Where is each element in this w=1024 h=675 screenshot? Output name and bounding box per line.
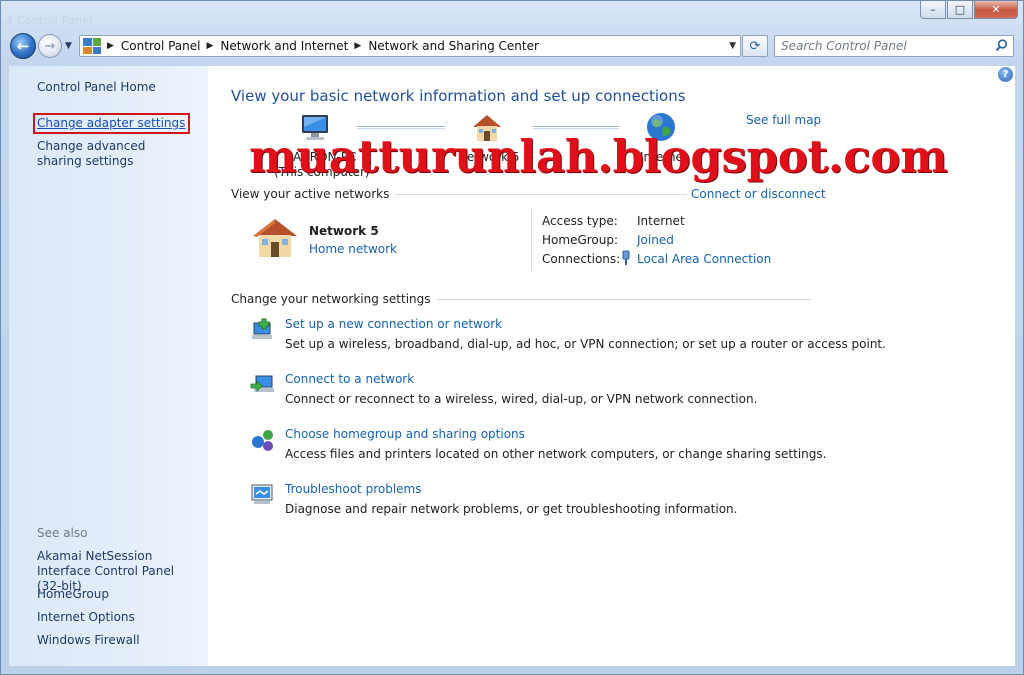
help-icon[interactable]: ?	[998, 67, 1013, 82]
setup-connection-description: Set up a wireless, broadband, dial-up, a…	[285, 337, 886, 351]
network-type-link[interactable]: Home network	[309, 242, 397, 256]
search-box[interactable]	[774, 35, 1014, 57]
connect-to-network-link[interactable]: Connect to a network	[285, 372, 414, 386]
close-button[interactable]: ✕	[974, 1, 1018, 19]
connect-to-network-description: Connect or reconnect to a wireless, wire…	[285, 392, 758, 406]
change-adapter-settings-link[interactable]: Change adapter settings	[33, 113, 191, 134]
section-divider	[395, 193, 687, 195]
internet-options-link[interactable]: Internet Options	[37, 610, 135, 625]
address-bar[interactable]: ▶ Control Panel ▶ Network and Internet ▶…	[79, 35, 741, 57]
maximize-button[interactable]: □	[947, 1, 973, 19]
watermark-text: muatturunlah.blogspot.com	[249, 130, 948, 183]
window-title: 4 Control Panel	[6, 14, 93, 27]
section-title: Change your networking settings	[231, 292, 431, 306]
network-details-divider	[531, 209, 532, 271]
homegroup-icon	[252, 430, 273, 451]
back-button[interactable]: ←	[10, 33, 36, 59]
troubleshoot-icon	[251, 484, 273, 504]
minimize-button[interactable]: –	[920, 1, 946, 19]
breadcrumb-sharing-center[interactable]: Network and Sharing Center	[368, 39, 539, 53]
window-controls: – □ ✕	[920, 1, 1018, 19]
homegroup-sharing-link[interactable]: Choose homegroup and sharing options	[285, 427, 525, 441]
refresh-button[interactable]: ⟳	[742, 35, 768, 57]
see-also-heading: See also	[37, 526, 88, 540]
recent-pages-dropdown-icon[interactable]: ▼	[65, 41, 72, 51]
breadcrumb-arrow-icon[interactable]: ▶	[207, 41, 214, 51]
access-type-label: Access type:	[542, 214, 618, 228]
breadcrumb-control-panel[interactable]: Control Panel	[121, 39, 201, 53]
troubleshoot-problems-description: Diagnose and repair network problems, or…	[285, 502, 738, 516]
section-title: View your active networks	[231, 187, 390, 201]
setup-connection-link[interactable]: Set up a new connection or network	[285, 317, 502, 331]
homegroup-joined-link[interactable]: Joined	[637, 233, 674, 247]
page-title: View your basic network information and …	[231, 87, 686, 105]
windows-firewall-link[interactable]: Windows Firewall	[37, 633, 140, 648]
search-icon[interactable]	[995, 39, 1008, 52]
search-input[interactable]	[781, 39, 986, 53]
homegroup-sharing-description: Access files and printers located on oth…	[285, 447, 827, 461]
control-panel-home-link[interactable]: Control Panel Home	[37, 80, 156, 95]
home-network-icon	[250, 216, 300, 260]
breadcrumb-arrow-icon[interactable]: ▶	[354, 41, 361, 51]
change-advanced-sharing-link[interactable]: Change advanced sharing settings	[37, 139, 187, 169]
breadcrumb-network-internet[interactable]: Network and Internet	[220, 39, 348, 53]
troubleshoot-problems-link[interactable]: Troubleshoot problems	[285, 482, 421, 496]
forward-button[interactable]: →	[38, 34, 62, 58]
map-connection-line	[357, 126, 445, 129]
connect-or-disconnect-link[interactable]: Connect or disconnect	[691, 187, 826, 201]
control-panel-icon	[83, 38, 101, 54]
access-type-value: Internet	[637, 214, 685, 228]
active-networks-section: View your active networks	[231, 187, 687, 201]
homegroup-link[interactable]: HomeGroup	[37, 587, 109, 602]
breadcrumb-arrow-icon[interactable]: ▶	[107, 41, 114, 51]
section-divider	[436, 298, 811, 300]
homegroup-label: HomeGroup:	[542, 233, 619, 247]
address-dropdown-icon[interactable]: ▼	[729, 41, 736, 51]
change-settings-section: Change your networking settings	[231, 292, 811, 306]
new-connection-icon	[252, 318, 272, 339]
see-full-map-link[interactable]: See full map	[746, 113, 821, 127]
network-name: Network 5	[309, 224, 379, 238]
map-connection-line	[533, 126, 619, 129]
connections-label: Connections:	[542, 252, 621, 266]
ethernet-icon	[622, 250, 630, 265]
connect-network-icon	[250, 375, 274, 392]
local-area-connection-link[interactable]: Local Area Connection	[637, 252, 771, 266]
